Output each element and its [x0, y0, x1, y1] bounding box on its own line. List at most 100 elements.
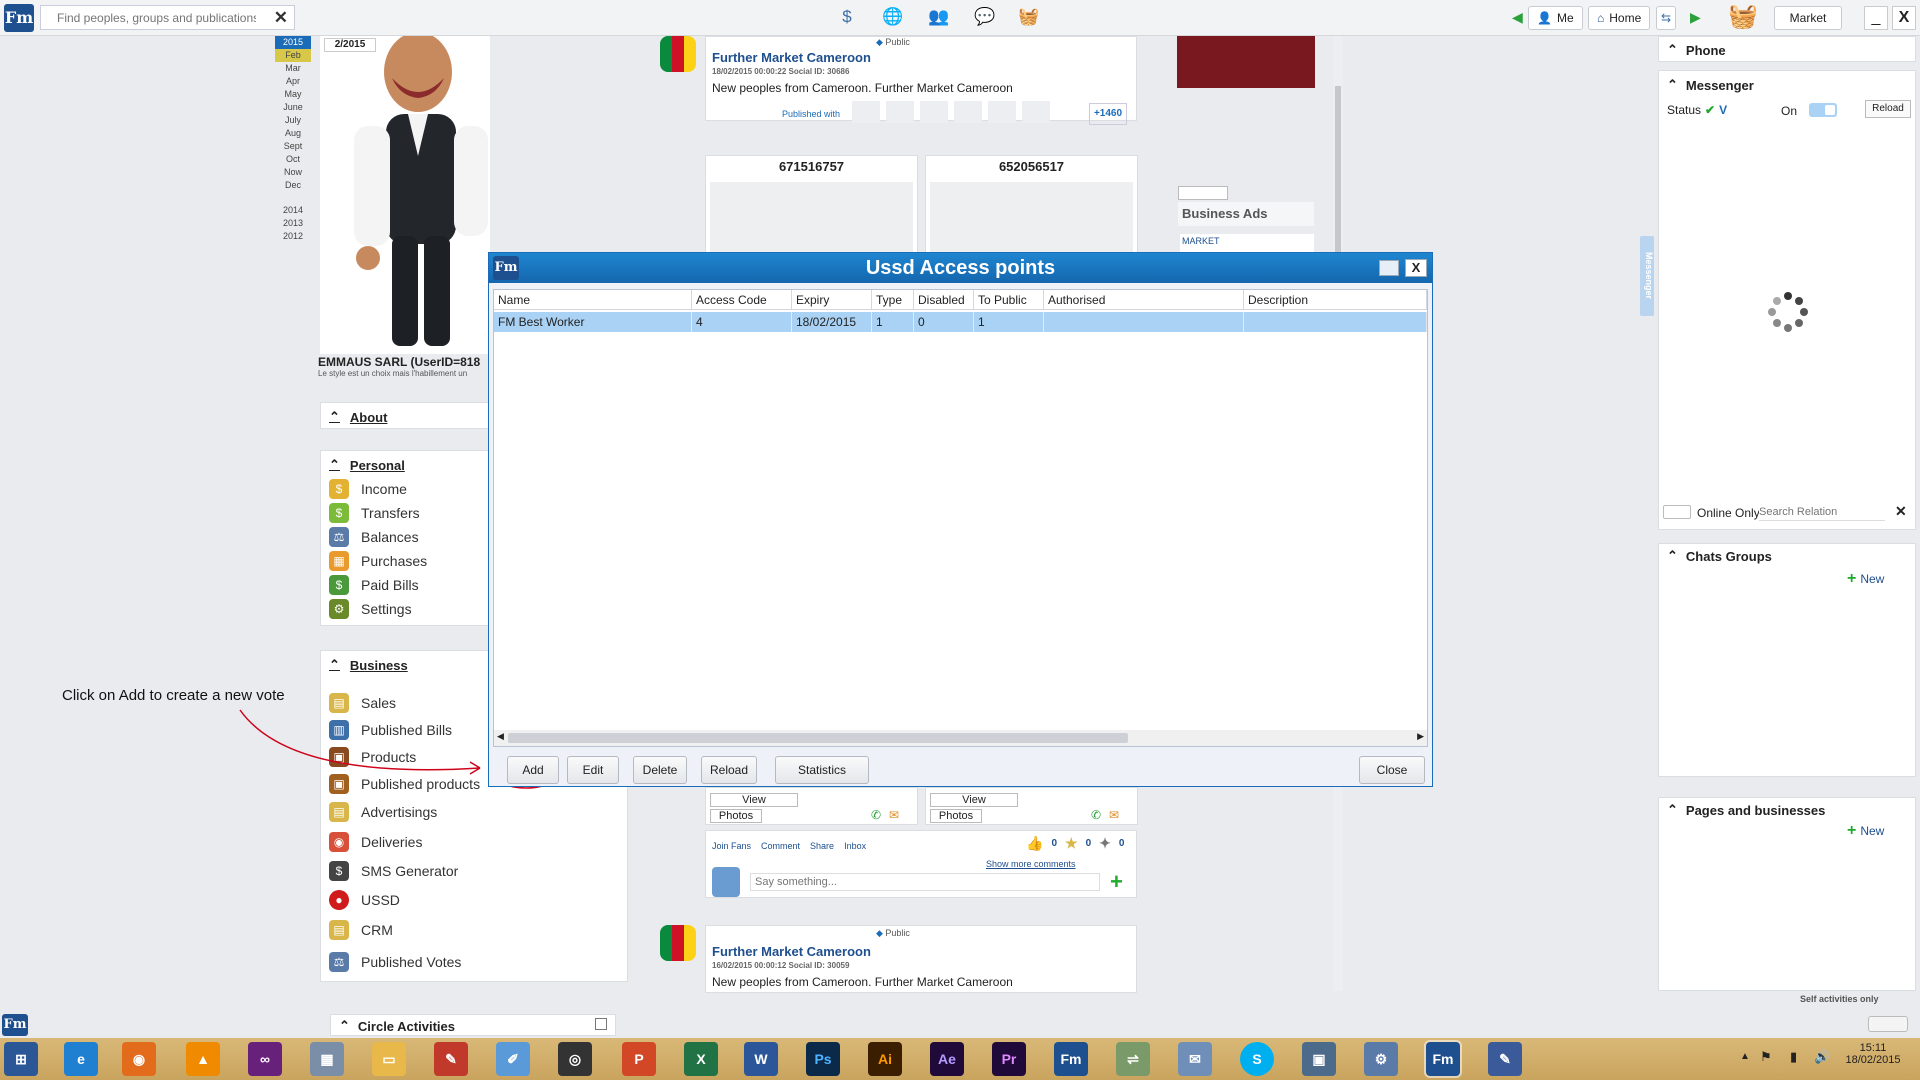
avatar[interactable] — [852, 101, 880, 123]
timeline-month[interactable]: Now — [275, 166, 311, 179]
tray-arrow-icon[interactable]: ▲ — [1740, 1051, 1750, 1062]
timeline-year[interactable]: 2013 — [275, 217, 311, 230]
timeline-month[interactable]: Aug — [275, 127, 311, 140]
menu-settings[interactable]: ⚙ Settings — [321, 597, 489, 621]
new-chat-group-link[interactable]: + New — [1847, 570, 1884, 588]
menu-sms-generator[interactable]: $ SMS Generator — [321, 856, 621, 885]
business-header[interactable]: ⌃ Business — [329, 657, 408, 673]
gift-icon[interactable]: ✦ — [1099, 835, 1111, 852]
like-icon[interactable]: 👍 — [1026, 835, 1043, 852]
camera-icon[interactable]: ◎ — [558, 1042, 592, 1076]
powerpoint-icon[interactable]: P — [622, 1042, 656, 1076]
excel-icon[interactable]: X — [684, 1042, 718, 1076]
scroll-right-icon[interactable]: ▶ — [1417, 731, 1424, 742]
window-icon[interactable] — [595, 1018, 607, 1030]
collapse-icon[interactable]: ⌃ — [329, 657, 340, 673]
comment-input[interactable] — [750, 873, 1100, 891]
avatar[interactable] — [988, 101, 1016, 123]
clear-search-icon[interactable]: ✕ — [274, 8, 288, 28]
mail-icon[interactable]: ✉ — [1178, 1042, 1212, 1076]
people-icon[interactable]: 👥 — [924, 3, 954, 31]
illustrator-icon[interactable]: Ai — [868, 1042, 902, 1076]
phone-card-2[interactable]: 652056517 — [925, 155, 1138, 255]
visual-studio-icon[interactable]: ∞ — [248, 1042, 282, 1076]
menu-deliveries[interactable]: ◉ Deliveries — [321, 827, 621, 856]
forward-arrow-icon[interactable]: ▶ — [1690, 9, 1701, 26]
col-type[interactable]: Type — [872, 290, 914, 310]
fm-active-app-icon[interactable]: Fm — [1426, 1042, 1460, 1076]
network-icon[interactable]: ⇌ — [1116, 1042, 1150, 1076]
dialog-close-button[interactable]: Close — [1359, 756, 1425, 784]
self-activities-toggle[interactable] — [1868, 1016, 1908, 1032]
minimize-button[interactable]: _ — [1864, 6, 1888, 30]
inbox-link[interactable]: Inbox — [844, 841, 866, 851]
word-icon[interactable]: W — [744, 1042, 778, 1076]
timeline-month[interactable]: Oct — [275, 153, 311, 166]
ad-tabs[interactable] — [1178, 186, 1228, 200]
window-app-icon[interactable]: ▣ — [1302, 1042, 1336, 1076]
menu-crm[interactable]: ▤ CRM — [321, 914, 621, 946]
menu-published-votes[interactable]: ⚖ Published Votes — [321, 946, 621, 978]
h-scrollbar-thumb[interactable] — [508, 733, 1128, 743]
add-button[interactable]: Add — [507, 756, 559, 784]
photoshop-icon[interactable]: Ps — [806, 1042, 840, 1076]
about-header[interactable]: ⌃ About — [329, 409, 387, 425]
new-page-link[interactable]: + New — [1847, 822, 1884, 840]
col-disabled[interactable]: Disabled — [914, 290, 974, 310]
dialog-close-x-button[interactable]: X — [1405, 259, 1427, 277]
col-access-code[interactable]: Access Code — [692, 290, 792, 310]
reload-button[interactable]: Reload — [701, 756, 757, 784]
personal-header[interactable]: ⌃ Personal — [329, 457, 405, 473]
fm-logo-icon[interactable]: Fm — [4, 4, 34, 32]
adobe-icon[interactable]: ✎ — [434, 1042, 468, 1076]
me-button[interactable]: 👤 Me — [1528, 6, 1583, 30]
clear-relation-icon[interactable]: ✕ — [1895, 503, 1907, 520]
skype-icon[interactable]: S — [1240, 1042, 1274, 1076]
status-toggle[interactable] — [1809, 103, 1837, 117]
timeline-year-current[interactable]: 2015 — [275, 36, 311, 49]
published-count[interactable]: +1460 — [1089, 103, 1127, 125]
timeline-month[interactable]: May — [275, 88, 311, 101]
search-input[interactable] — [41, 6, 256, 29]
edit-button[interactable]: Edit — [567, 756, 619, 784]
message-icon[interactable]: ✉ — [889, 808, 899, 822]
message-icon[interactable]: ✉ — [1109, 808, 1119, 822]
scroll-left-icon[interactable]: ◀ — [497, 731, 504, 742]
basket-icon[interactable]: 🧺 — [1014, 3, 1044, 31]
globe-icon[interactable]: 🌐 — [878, 3, 908, 31]
rating-icon[interactable]: ★ — [1065, 835, 1078, 852]
share-link[interactable]: Share — [810, 841, 834, 851]
after-effects-icon[interactable]: Ae — [930, 1042, 964, 1076]
statistics-button[interactable]: Statistics — [775, 756, 869, 784]
ad-image[interactable] — [1177, 36, 1315, 88]
menu-balances[interactable]: ⚖ Balances — [321, 525, 489, 549]
phone-header[interactable]: ⌃ Phone — [1667, 42, 1726, 58]
show-more-comments-link[interactable]: Show more comments — [986, 859, 1076, 869]
market-button[interactable]: Market — [1774, 6, 1842, 30]
dialog-titlebar[interactable]: Ussd Access points — [489, 253, 1432, 283]
chat-icon[interactable]: 💬 — [970, 3, 1000, 31]
messenger-reload-button[interactable]: Reload — [1865, 100, 1911, 118]
chats-groups-header[interactable]: ⌃ Chats Groups — [1667, 548, 1772, 564]
table-h-scrollbar[interactable]: ◀ ▶ — [494, 730, 1427, 746]
cart-icon[interactable]: 🧺 — [1726, 2, 1760, 32]
avatar[interactable] — [886, 101, 914, 123]
online-only-toggle[interactable] — [1663, 505, 1691, 519]
pages-businesses-header[interactable]: ⌃ Pages and businesses — [1667, 802, 1825, 818]
back-arrow-icon[interactable]: ◀ — [1512, 9, 1523, 26]
add-comment-icon[interactable]: + — [1110, 869, 1123, 895]
call-icon[interactable]: ✆ — [1091, 808, 1101, 822]
explorer-icon[interactable]: ▭ — [372, 1042, 406, 1076]
phone-card-1[interactable]: 671516757 — [705, 155, 918, 255]
volume-icon[interactable]: 🔊 — [1814, 1049, 1830, 1065]
fm-small-logo-icon[interactable]: Fm — [2, 1014, 28, 1036]
sync-button[interactable]: ⇆ — [1656, 6, 1677, 30]
market-ad-link[interactable]: MARKET — [1180, 234, 1314, 252]
timeline-month-current[interactable]: Feb — [275, 49, 311, 62]
firefox-icon[interactable]: ◉ — [122, 1042, 156, 1076]
timeline-month[interactable]: June — [275, 101, 311, 114]
menu-paid-bills[interactable]: $ Paid Bills — [321, 573, 489, 597]
timeline-month[interactable]: Apr — [275, 75, 311, 88]
collapse-icon[interactable]: ⌃ — [1667, 802, 1678, 818]
collapse-icon[interactable]: ⌃ — [339, 1018, 350, 1034]
